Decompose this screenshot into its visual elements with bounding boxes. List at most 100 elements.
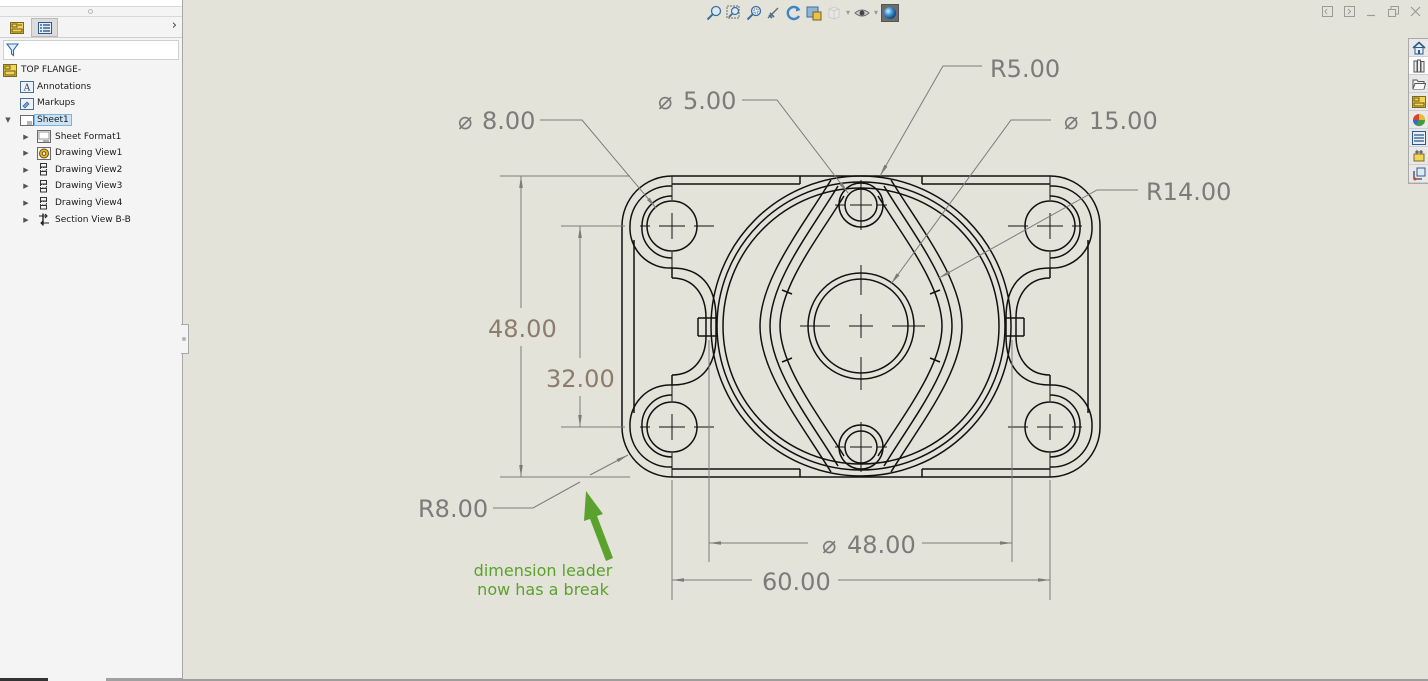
expand-arrow-icon[interactable]: ▶: [22, 199, 30, 207]
rebuild-button[interactable]: [785, 4, 803, 22]
dim-dia-15[interactable]: ⌀ 15.00: [1064, 107, 1158, 135]
tile-right-icon: [1343, 5, 1355, 17]
apply-scene-button[interactable]: [805, 4, 823, 22]
dim-dia-5[interactable]: ⌀ 5.00: [658, 87, 736, 115]
svg-text:A: A: [23, 84, 31, 94]
center-mark-tl: [640, 176, 714, 268]
tree-item-drawing-view4[interactable]: ▶ Drawing View4: [0, 195, 182, 212]
content-central-icon: [1412, 167, 1425, 180]
callout-line-2: now has a break: [477, 580, 609, 599]
dim-dia-48[interactable]: ⌀ 48.00: [822, 531, 916, 559]
tree-item-drawing-view3[interactable]: ▶ Drawing View3: [0, 178, 182, 195]
leader-dia-5: [742, 99, 849, 194]
tree-item-label: Drawing View4: [55, 198, 123, 209]
tree-item-annotations[interactable]: A Annotations: [0, 79, 182, 96]
dim-r14[interactable]: R14.00: [1146, 178, 1231, 206]
apply-scene-icon: [806, 6, 822, 20]
tree-item-sheet-format1[interactable]: ▶ Sheet Format1: [0, 128, 182, 145]
center-marks: [640, 176, 1082, 477]
expand-arrow-icon[interactable]: ▶: [22, 216, 30, 224]
tab-property-manager[interactable]: [31, 18, 58, 37]
task-pane-forum[interactable]: [1409, 147, 1428, 165]
zoom-to-selection-button[interactable]: [745, 4, 763, 22]
tree-item-label: Section View B-B: [55, 214, 131, 225]
hide-show-items-button[interactable]: [853, 4, 871, 22]
collapse-arrow-icon[interactable]: ▼: [4, 116, 12, 124]
dim-spacing-32[interactable]: 32.00: [546, 365, 615, 393]
zoom-to-area-button[interactable]: [725, 4, 743, 22]
restore-button[interactable]: [1386, 4, 1400, 18]
property-list-icon: [37, 21, 52, 34]
previous-view-icon: [767, 7, 779, 19]
section-view-icon: [39, 213, 49, 226]
appearance-button[interactable]: [881, 3, 899, 22]
drawing-doc-icon: [3, 63, 17, 77]
minimize-button[interactable]: [1364, 4, 1378, 18]
leader-r14: [938, 189, 1138, 279]
task-pane-appearances[interactable]: [1409, 111, 1428, 129]
zoom-to-fit-button[interactable]: [705, 4, 723, 22]
tile-right-button[interactable]: [1342, 4, 1356, 18]
drawing-view-icon: [40, 179, 47, 193]
expand-arrow-icon[interactable]: ▶: [22, 182, 30, 190]
center-bore: [813, 278, 909, 374]
close-button[interactable]: [1408, 4, 1422, 18]
panel-splitter-handle[interactable]: [181, 324, 189, 354]
custom-properties-icon: [1411, 130, 1426, 145]
minimize-icon: [1366, 14, 1375, 16]
tree-root[interactable]: TOP FLANGE-: [0, 62, 182, 79]
task-pane-file-explorer[interactable]: [1409, 75, 1428, 93]
corner-hole-tr: [1024, 200, 1076, 252]
dim-r5[interactable]: R5.00: [990, 55, 1060, 83]
model-view-icon: [37, 146, 51, 160]
tree-item-label: Drawing View2: [55, 164, 123, 175]
previous-view-button[interactable]: [765, 4, 783, 22]
expand-panel-chevron-icon[interactable]: ›: [172, 18, 177, 33]
green-arrow-icon: [584, 491, 613, 561]
tab-feature-manager[interactable]: [3, 18, 30, 37]
dim-height-48[interactable]: 48.00: [488, 315, 557, 343]
tree-filter-input[interactable]: [3, 40, 179, 60]
forum-icon: [1413, 149, 1424, 161]
diameter-symbol: ⌀: [458, 107, 472, 135]
appearance-ball-icon: [1412, 113, 1425, 126]
small-hole-top: [844, 188, 878, 222]
tree-item-markups[interactable]: Markups: [0, 95, 182, 112]
tile-left-button[interactable]: [1320, 4, 1334, 18]
leader-r8-lower: [493, 481, 581, 509]
tree-item-drawing-view1[interactable]: ▶ Drawing View1: [0, 145, 182, 162]
panel-top-strip: [0, 0, 182, 7]
flange-outer-circle: [710, 175, 1012, 477]
center-mark-br: [1008, 385, 1082, 477]
task-pane-design-library[interactable]: [1409, 57, 1428, 75]
tree-item-drawing-view2[interactable]: ▶ Drawing View2: [0, 162, 182, 179]
panel-grip-handle[interactable]: [0, 7, 182, 17]
task-pane-3d-content[interactable]: [1409, 165, 1428, 183]
panel-tabs: ›: [0, 17, 182, 38]
task-pane-resources[interactable]: [1409, 39, 1428, 57]
hide-show-dropdown-icon[interactable]: ▾: [873, 8, 879, 17]
tile-left-icon: [1321, 5, 1333, 17]
diameter-symbol: ⌀: [822, 531, 836, 559]
dimensions: [493, 65, 1138, 600]
heads-up-view-toolbar: ▾ ▾: [705, 3, 899, 22]
display-style-dropdown-icon[interactable]: ▾: [845, 8, 851, 17]
expand-arrow-icon[interactable]: ▶: [22, 133, 30, 141]
sheet-icon: [20, 114, 34, 126]
dim-r8[interactable]: R8.00: [418, 495, 488, 523]
zoom-to-area-icon: [726, 5, 740, 18]
folder-open-icon: [1412, 79, 1426, 89]
tree-item-section-view-bb[interactable]: ▶ Section View B-B: [0, 211, 182, 228]
solidworks-drawing-window: › TOP FLANGE- A Annotations Markups ▼ Sh…: [0, 0, 1428, 681]
corner-hole-br: [1024, 401, 1076, 453]
expand-arrow-icon[interactable]: ▶: [22, 149, 30, 157]
tree-item-sheet1[interactable]: ▼ Sheet1: [0, 112, 182, 129]
task-pane-custom-properties[interactable]: [1409, 129, 1428, 147]
dim-value: 48.00: [847, 531, 916, 559]
task-pane-view-palette[interactable]: [1409, 93, 1428, 111]
dimension-labels: ⌀ 8.00 ⌀ 5.00 R5.00 ⌀ 15.00 R14.00 48.00…: [418, 55, 1231, 596]
expand-arrow-icon[interactable]: ▶: [22, 166, 30, 174]
display-style-button[interactable]: [825, 4, 843, 22]
dim-dia-8[interactable]: ⌀ 8.00: [458, 107, 535, 135]
dim-width-60[interactable]: 60.00: [762, 568, 831, 596]
